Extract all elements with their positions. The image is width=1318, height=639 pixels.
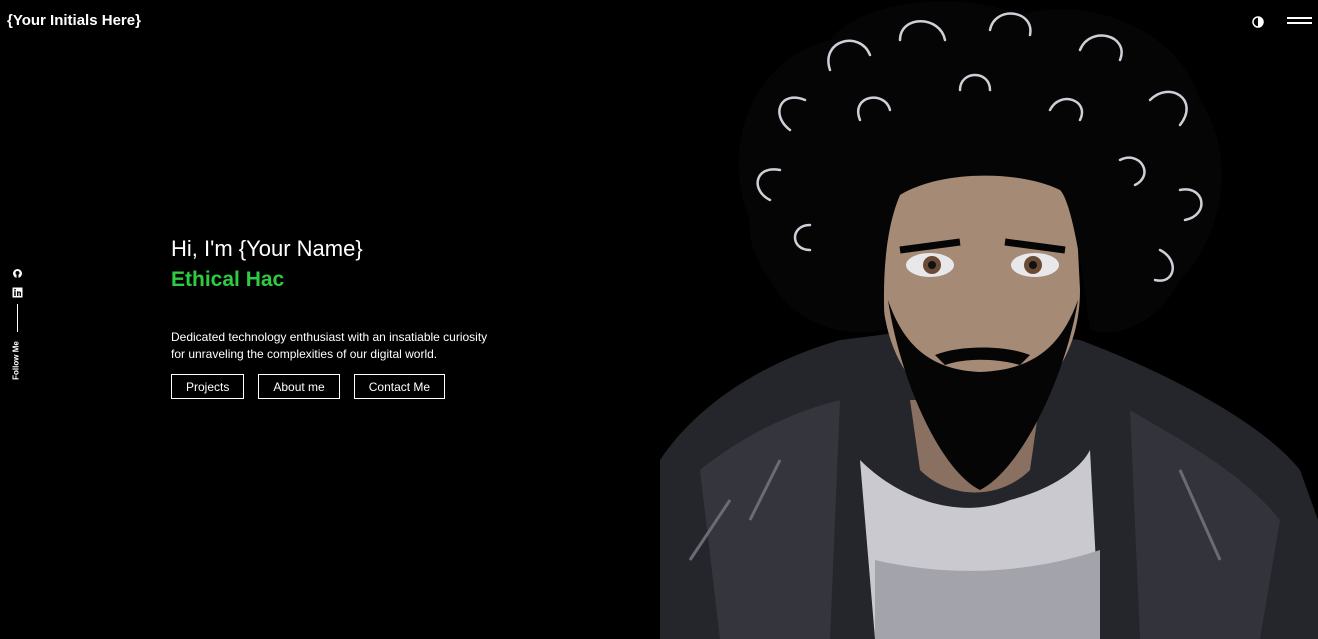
social-sidebar: Follow Me [8,262,26,387]
page: {Your Initials Here} Follow Me Hi, I'm {… [0,0,1318,639]
hero-role-typewriter: Ethical Hac [171,268,285,291]
hero-description: Dedicated technology enthusiast with an … [171,330,488,361]
projects-button[interactable]: Projects [171,374,245,399]
hero-greeting: Hi, I'm {Your Name} [171,236,363,261]
linkedin-icon[interactable] [12,285,23,298]
site-brand[interactable]: {Your Initials Here} [7,12,141,29]
github-icon[interactable] [12,266,23,278]
contact-me-button[interactable]: Contact Me [353,374,446,399]
sidebar-divider [17,304,18,332]
follow-me-label: Follow Me [11,341,21,380]
about-me-button[interactable]: About me [258,374,340,399]
hero-buttons: Projects About me Contact Me [171,374,446,399]
hero-portrait-image [660,0,1318,639]
